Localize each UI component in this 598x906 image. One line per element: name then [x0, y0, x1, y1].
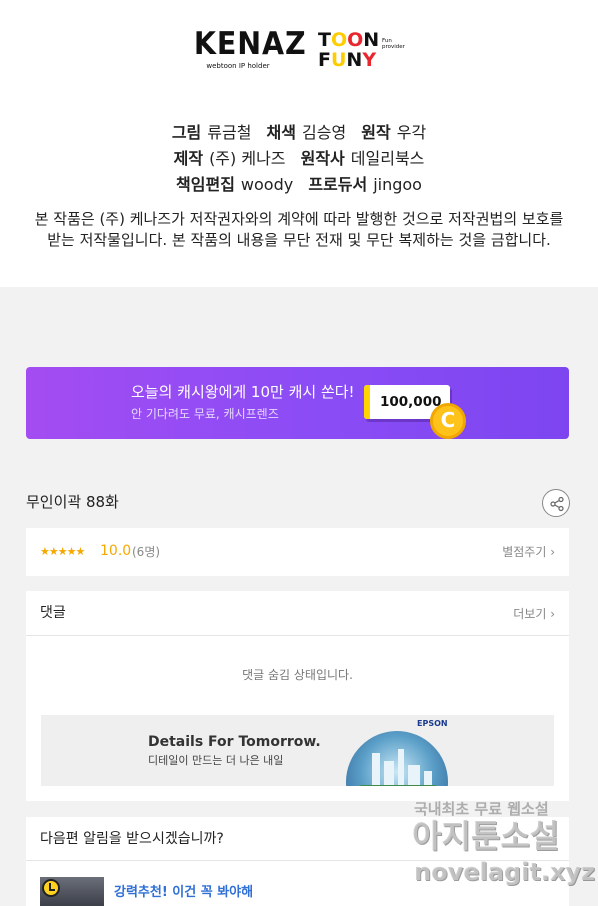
comments-title: 댓글 — [40, 605, 66, 621]
toonfuny-logo: TOON FUNY Fun provider — [318, 29, 405, 71]
rating-stars-icon: ★★★★★ — [40, 545, 85, 558]
ad-banner[interactable]: Details For Tomorrow. 디테일이 만드는 더 나은 내일 E… — [41, 715, 554, 786]
comments-more-link[interactable]: 더보기 › — [513, 605, 555, 623]
banner-subtitle: 안 기다려도 무료, 캐시프렌즈 — [131, 407, 279, 421]
give-rating-link[interactable]: 별점주기 › — [502, 543, 555, 561]
next-episode-notify-box: 다음편 알림을 받으시겠습니까? 강력추천! 이건 꼭 봐야해 — [26, 817, 569, 906]
notify-header: 다음편 알림을 받으시겠습니까? — [26, 817, 569, 861]
credit-line-2: 제작 (주) 케나즈 원작사 데일리북스 — [173, 149, 425, 168]
comments-hidden-message: 댓글 숨김 상태입니다. — [242, 668, 353, 682]
cash-event-banner[interactable]: 오늘의 캐시왕에게 10만 캐시 쏜다! 안 기다려도 무료, 캐시프렌즈 10… — [26, 367, 569, 439]
toonfuny-logo-row2: FUNY — [318, 49, 377, 71]
toonfuny-logo-row1: TOON — [318, 29, 380, 51]
ad-brand-logo: EPSON — [417, 719, 448, 728]
rating-box: ★★★★★ 10.0 (6명) 별점주기 › — [26, 528, 569, 576]
banner-title: 오늘의 캐시왕에게 10만 캐시 쏜다! — [131, 383, 355, 401]
notify-question: 다음편 알림을 받으시겠습니까? — [40, 831, 224, 847]
ad-tagline: 디테일이 만드는 더 나은 내일 — [148, 754, 284, 767]
credit-line-3: 책임편집 woody 프로듀서 jingoo — [176, 175, 422, 194]
episode-title: 무인이곽 88화 — [26, 493, 119, 511]
kenaz-logo: KENAZ webtoon IP holder — [193, 26, 307, 70]
recommend-link[interactable]: 강력추천! 이건 꼭 봐야해 — [114, 884, 253, 902]
copyright-notice: 본 작품은 (주) 케나즈가 저작권자와의 계약에 따라 발행한 것으로 저작권… — [34, 210, 564, 249]
ad-headline: Details For Tomorrow. — [148, 734, 321, 750]
credit-line-1: 그림 류금철 채색 김승영 원작 우각 — [171, 123, 427, 142]
share-icon — [550, 496, 564, 512]
credit-lines: 그림 류금철 채색 김승영 원작 우각 제작 (주) 케나즈 원작사 데일리북스 책임편집… — [0, 120, 598, 198]
credits-section: KENAZ webtoon IP holder TOON FUNY Fun pr… — [0, 0, 598, 287]
publisher-logos: KENAZ webtoon IP holder TOON FUNY Fun pr… — [0, 26, 598, 76]
cash-coin-icon: C — [430, 403, 466, 439]
cash-card-stripe — [364, 385, 370, 419]
comments-header: 댓글 더보기 › — [26, 591, 569, 636]
rating-score: 10.0 — [100, 543, 132, 559]
share-button[interactable] — [542, 489, 570, 517]
comments-box: 댓글 더보기 › 댓글 숨김 상태입니다. Details For Tomorr… — [26, 591, 569, 801]
ad-city-image — [346, 731, 448, 786]
clock-icon — [42, 879, 60, 897]
recommend-thumbnail[interactable] — [40, 877, 104, 906]
cash-amount: 100,000 — [380, 394, 442, 410]
rating-count: (6명) — [132, 545, 161, 559]
